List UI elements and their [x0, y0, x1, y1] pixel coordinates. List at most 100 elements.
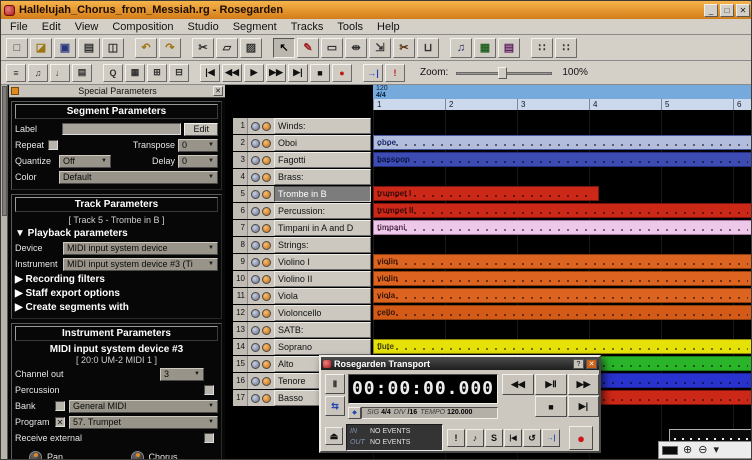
loop-mode-button[interactable]: ↺: [523, 429, 541, 447]
record-arm-led[interactable]: [262, 258, 271, 267]
notation-editor-icon[interactable]: ♫: [450, 38, 472, 58]
playback-parameters-header[interactable]: ▼ Playback parameters: [15, 228, 218, 239]
add-track-icon[interactable]: ⊞: [147, 64, 167, 82]
redo-icon[interactable]: ↷: [159, 38, 181, 58]
menu-item[interactable]: Help: [370, 20, 407, 34]
record-arm-led[interactable]: [262, 139, 271, 148]
record-arm-led[interactable]: [262, 156, 271, 165]
draw-tool-icon[interactable]: ✎: [297, 38, 319, 58]
program-checkbox[interactable]: ✕: [55, 417, 65, 427]
mute-led[interactable]: [251, 122, 260, 131]
paste-icon[interactable]: ▨: [240, 38, 262, 58]
record-arm-led[interactable]: [262, 394, 271, 403]
fast-forward-icon[interactable]: ▶▶: [266, 64, 286, 82]
record-arm-led[interactable]: [262, 343, 271, 352]
quantize-select[interactable]: Off: [59, 155, 111, 168]
delay-select[interactable]: 0: [178, 155, 218, 168]
track-row[interactable]: 7 Timpani in A and D: [233, 220, 371, 237]
transport-help-button[interactable]: ?: [573, 359, 584, 369]
metronome-button[interactable]: ♪: [466, 429, 484, 447]
staff-export-header[interactable]: ▶ Staff export options: [15, 288, 218, 299]
track-row[interactable]: 14 Soprano: [233, 339, 371, 356]
record-icon[interactable]: ●: [332, 64, 352, 82]
mute-led[interactable]: [251, 275, 260, 284]
zoom-slider[interactable]: [456, 66, 552, 80]
record-arm-led[interactable]: [262, 292, 271, 301]
minimize-button[interactable]: _: [704, 4, 718, 17]
record-button[interactable]: ●: [569, 426, 593, 450]
join-tool-icon[interactable]: ⊔: [417, 38, 439, 58]
zoom-in-icon[interactable]: ⊕: [683, 445, 692, 456]
mute-led[interactable]: [251, 343, 260, 352]
dot-toggle-icon-1[interactable]: ∷: [531, 38, 553, 58]
track-row[interactable]: 4 Brass:: [233, 169, 371, 186]
menu-item[interactable]: View: [68, 20, 106, 34]
rewind-to-start-icon[interactable]: |◀: [200, 64, 220, 82]
panel-close-icon[interactable]: ✕: [213, 86, 223, 96]
panel-scrollbar-thumb[interactable]: [2, 86, 7, 216]
program-select[interactable]: 57. Trumpet: [69, 416, 218, 429]
move-tool-icon[interactable]: ⇹: [345, 38, 367, 58]
close-button[interactable]: ✕: [736, 4, 750, 17]
menu-item[interactable]: Tracks: [284, 20, 331, 34]
record-arm-led[interactable]: [262, 207, 271, 216]
resize-tool-icon[interactable]: ⇲: [369, 38, 391, 58]
segment-violin-2[interactable]: violin: [373, 271, 752, 286]
event-list-icon[interactable]: ▤: [498, 38, 520, 58]
transpose-select[interactable]: 0: [178, 139, 218, 152]
menu-item[interactable]: Tools: [330, 20, 370, 34]
stop-button[interactable]: ■: [535, 396, 567, 417]
event-filter-icon[interactable]: ▤: [72, 64, 92, 82]
grid-icon[interactable]: ▦: [125, 64, 145, 82]
zoom-slider-thumb[interactable]: [498, 67, 507, 79]
stop-icon[interactable]: ■: [310, 64, 330, 82]
track-row[interactable]: 2 Oboi: [233, 135, 371, 152]
track-name[interactable]: Winds:: [274, 118, 371, 134]
percussion-checkbox[interactable]: [204, 385, 214, 395]
window-titlebar[interactable]: Hallelujah_Chorus_from_Messiah.rg - Rose…: [1, 1, 752, 19]
track-name[interactable]: Brass:: [274, 169, 371, 185]
dot-toggle-icon-2[interactable]: ∷: [555, 38, 577, 58]
bank-checkbox[interactable]: [55, 401, 65, 411]
undo-icon[interactable]: ↶: [135, 38, 157, 58]
play-button[interactable]: ▶Ⅱ: [535, 374, 567, 395]
record-arm-led[interactable]: [262, 241, 271, 250]
transport-close-button[interactable]: ✕: [586, 359, 597, 369]
maximize-button[interactable]: □: [720, 4, 734, 17]
track-name[interactable]: Percussion:: [274, 203, 371, 219]
tempo-ruler[interactable]: 120 4/4: [373, 85, 752, 99]
segment-flute[interactable]: flute: [373, 339, 752, 354]
channel-out-select[interactable]: 3: [160, 368, 204, 381]
knob-dial[interactable]: [29, 451, 42, 460]
record-arm-led[interactable]: [262, 377, 271, 386]
matrix-editor-icon[interactable]: ▦: [474, 38, 496, 58]
print-icon[interactable]: ▤: [78, 38, 100, 58]
panic-icon[interactable]: !: [385, 64, 405, 82]
save-icon[interactable]: ▣: [54, 38, 76, 58]
segment-trumpet-2[interactable]: trumpet II: [373, 203, 752, 218]
segment-label-input[interactable]: [62, 123, 181, 135]
track-name[interactable]: SATB:: [274, 322, 371, 338]
erase-tool-icon[interactable]: ▭: [321, 38, 343, 58]
record-arm-led[interactable]: [262, 360, 271, 369]
track-name[interactable]: Fagotti: [274, 152, 371, 168]
punch-loop-icon[interactable]: →|: [363, 64, 383, 82]
mute-led[interactable]: [251, 173, 260, 182]
segment-violin-1[interactable]: violin: [373, 254, 752, 269]
score-editor-icon[interactable]: ♫: [28, 64, 48, 82]
play-icon[interactable]: ▶: [244, 64, 264, 82]
mute-led[interactable]: [251, 292, 260, 301]
fast-forward-button[interactable]: ▶▶: [568, 374, 599, 395]
panel-header[interactable]: Special Parameters ✕: [9, 85, 225, 98]
track-row[interactable]: 5 Trombe in B: [233, 186, 371, 203]
loop-button[interactable]: ⇆: [325, 396, 345, 416]
quantize-icon[interactable]: Q: [103, 64, 123, 82]
menu-item[interactable]: Studio: [181, 20, 226, 34]
to-start-button[interactable]: |◀: [504, 429, 522, 447]
track-name[interactable]: Viola: [274, 288, 371, 304]
import-icon[interactable]: ◫: [102, 38, 124, 58]
record-arm-led[interactable]: [262, 224, 271, 233]
transport-window[interactable]: Rosegarden Transport ? ✕ Ⅱ ⇆ 00:00:00.00…: [319, 355, 601, 453]
eject-button[interactable]: ⏏: [325, 427, 343, 445]
segment-oboe[interactable]: oboe: [373, 135, 752, 150]
